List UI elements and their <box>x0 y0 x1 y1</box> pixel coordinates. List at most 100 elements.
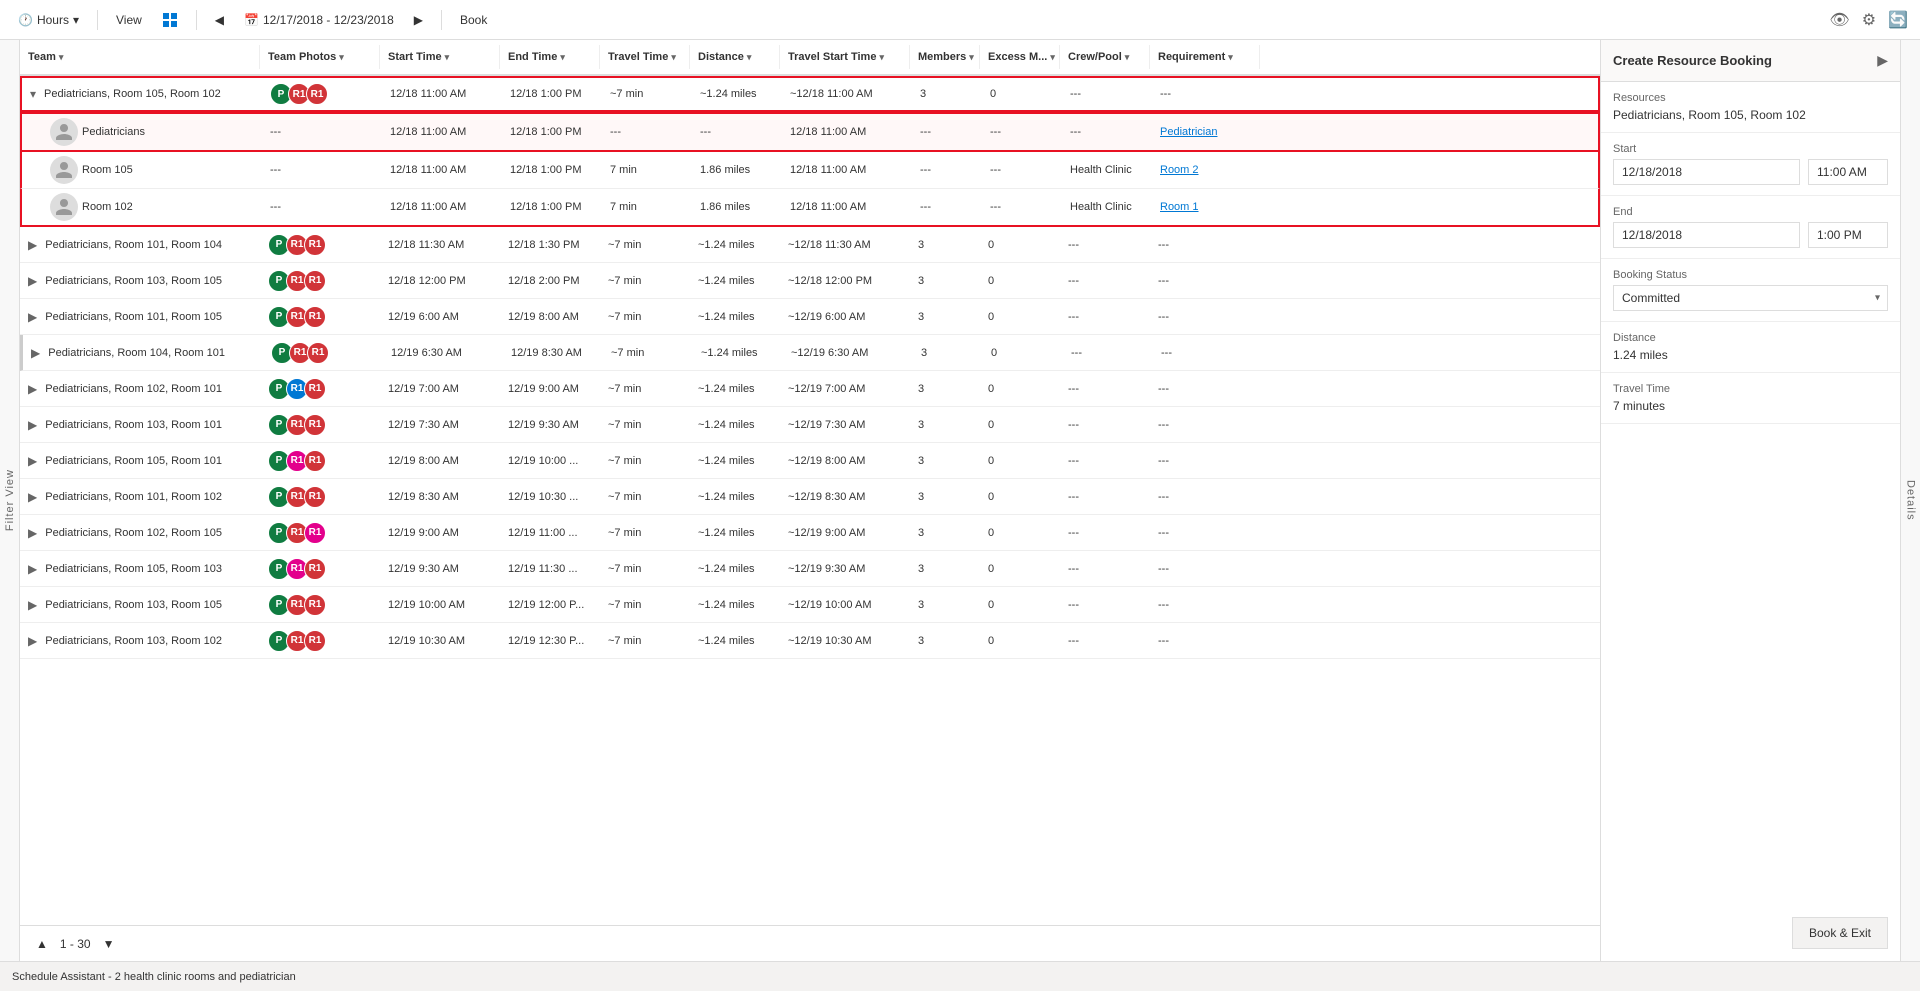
right-panel: Create Resource Booking ▶ Resources Pedi… <box>1600 40 1900 961</box>
row-team-label: Pediatricians, Room 103, Room 101 <box>45 419 222 431</box>
col-header-members[interactable]: Members ▾ <box>910 45 980 69</box>
col-header-team[interactable]: Team ▾ <box>20 45 260 69</box>
avatar: R1 <box>304 306 326 328</box>
clock-icon: 🕐 <box>18 13 33 27</box>
table-row[interactable]: ▶ Pediatricians, Room 104, Room 101 P R1… <box>20 335 1600 371</box>
table-row[interactable]: ▶ Pediatricians, Room 102, Room 105 P R1… <box>20 515 1600 551</box>
row-team-cell: Pediatricians <box>22 114 262 150</box>
details-sidebar[interactable]: Details <box>1900 40 1920 961</box>
requirement-link[interactable]: Room 2 <box>1160 164 1199 176</box>
row-crew-cell: --- <box>1060 595 1150 615</box>
table-row[interactable]: Room 105 --- 12/18 11:00 AM 12/18 1:00 P… <box>20 152 1600 189</box>
view-selector[interactable]: View <box>110 9 148 31</box>
resources-label: Resources <box>1613 92 1888 104</box>
separator-2 <box>196 10 197 30</box>
expand-icon[interactable]: ▶ <box>28 310 37 324</box>
expand-icon[interactable]: ▶ <box>28 238 37 252</box>
page-down-icon[interactable]: ▼ <box>99 935 119 953</box>
expand-icon[interactable]: ▶ <box>28 382 37 396</box>
right-panel-expand-icon[interactable]: ▶ <box>1877 52 1888 69</box>
row-travel-cell: ~7 min <box>600 487 690 507</box>
table-row[interactable]: Pediatricians --- 12/18 11:00 AM 12/18 1… <box>20 112 1600 152</box>
row-crew-cell: Health Clinic <box>1062 197 1152 217</box>
expand-icon[interactable]: ▶ <box>28 526 37 540</box>
avatar: R1 <box>306 83 328 105</box>
col-header-travel-start[interactable]: Travel Start Time ▾ <box>780 45 910 69</box>
expand-icon[interactable]: ▶ <box>28 490 37 504</box>
expand-icon[interactable]: ▶ <box>28 454 37 468</box>
start-label: Start <box>1613 143 1888 155</box>
table-row[interactable]: ▶ Pediatricians, Room 105, Room 103 P R1… <box>20 551 1600 587</box>
table-row[interactable]: ▶ Pediatricians, Room 103, Room 105 P R1… <box>20 587 1600 623</box>
start-section: Start <box>1601 133 1900 196</box>
row-distance-cell: ~1.24 miles <box>690 415 780 435</box>
end-date-input[interactable] <box>1613 222 1800 248</box>
col-header-crew[interactable]: Crew/Pool ▾ <box>1060 45 1150 69</box>
table-row[interactable]: ▶ Pediatricians, Room 103, Room 105 P R1… <box>20 263 1600 299</box>
col-start-sort-icon: ▾ <box>445 52 450 63</box>
row-req-cell[interactable]: Room 1 <box>1152 197 1262 217</box>
expand-icon[interactable]: ▾ <box>30 87 36 101</box>
row-travel-cell: ~7 min <box>602 84 692 104</box>
table-row[interactable]: ▶ Pediatricians, Room 105, Room 101 P R1… <box>20 443 1600 479</box>
row-team-label: Pediatricians, Room 103, Room 105 <box>45 599 222 611</box>
requirement-link[interactable]: Pediatrician <box>1160 126 1217 138</box>
gear-icon[interactable]: ⚙ <box>1862 10 1876 30</box>
col-header-travel[interactable]: Travel Time ▾ <box>600 45 690 69</box>
row-distance-cell: 1.86 miles <box>692 197 782 217</box>
filter-sidebar[interactable]: Filter View <box>0 40 20 961</box>
expand-icon[interactable]: ▶ <box>31 346 40 360</box>
book-button[interactable]: Book <box>454 9 493 31</box>
table-row[interactable]: ▶ Pediatricians, Room 101, Room 104 P R1… <box>20 227 1600 263</box>
start-date-input[interactable] <box>1613 159 1800 185</box>
expand-icon[interactable]: ▶ <box>28 274 37 288</box>
row-excess-cell: 0 <box>980 595 1060 615</box>
refresh-icon[interactable]: 🔄 <box>1888 10 1908 30</box>
table-row[interactable]: ▶ Pediatricians, Room 101, Room 105 P R1… <box>20 299 1600 335</box>
col-header-start[interactable]: Start Time ▾ <box>380 45 500 69</box>
requirement-link[interactable]: Room 1 <box>1160 201 1199 213</box>
expand-icon[interactable]: ▶ <box>28 562 37 576</box>
next-date-button[interactable]: ▶ <box>408 9 429 31</box>
row-excess-cell: --- <box>982 122 1062 142</box>
col-header-end[interactable]: End Time ▾ <box>500 45 600 69</box>
col-header-photos[interactable]: Team Photos ▾ <box>260 45 380 69</box>
row-members-cell: 3 <box>910 631 980 651</box>
page-up-icon[interactable]: ▲ <box>32 935 52 953</box>
expand-icon[interactable]: ▶ <box>28 598 37 612</box>
col-header-requirement[interactable]: Requirement ▾ <box>1150 45 1260 69</box>
row-team-cell: ▶ Pediatricians, Room 103, Room 105 <box>20 594 260 616</box>
row-photos-cell: P R1 R1 <box>260 482 380 512</box>
hours-selector[interactable]: 🕐 Hours ▾ <box>12 9 85 31</box>
row-travel-cell: --- <box>602 122 692 142</box>
eye-icon[interactable]: 👁 <box>1829 10 1849 30</box>
table-row[interactable]: ▶ Pediatricians, Room 103, Room 101 P R1… <box>20 407 1600 443</box>
table-row[interactable]: ▶ Pediatricians, Room 103, Room 102 P R1… <box>20 623 1600 659</box>
row-photos-cell: --- <box>262 122 382 142</box>
date-picker[interactable]: 📅 12/17/2018 - 12/23/2018 <box>238 9 400 31</box>
table-row[interactable]: ▶ Pediatricians, Room 102, Room 101 P R1… <box>20 371 1600 407</box>
row-req-cell[interactable]: Room 2 <box>1152 160 1262 180</box>
book-exit-button[interactable]: Book & Exit <box>1792 917 1888 949</box>
col-header-distance[interactable]: Distance ▾ <box>690 45 780 69</box>
end-time-input[interactable] <box>1808 222 1888 248</box>
booking-status-select[interactable]: Committed Tentative Canceled Hard <box>1613 285 1888 311</box>
start-time-input[interactable] <box>1808 159 1888 185</box>
expand-icon[interactable]: ▶ <box>28 418 37 432</box>
prev-date-button[interactable]: ◀ <box>209 9 230 31</box>
col-header-excess[interactable]: Excess M... ▾ <box>980 45 1060 69</box>
row-team-label: Pediatricians, Room 105, Room 102 <box>44 88 221 100</box>
table-row[interactable]: ▾ Pediatricians, Room 105, Room 102 P R1… <box>20 76 1600 112</box>
row-req-cell[interactable]: Pediatrician <box>1152 122 1262 142</box>
row-req-cell: --- <box>1150 559 1260 579</box>
expand-icon[interactable]: ▶ <box>28 634 37 648</box>
row-members-cell: 3 <box>910 559 980 579</box>
row-start-cell: 12/19 9:30 AM <box>380 559 500 579</box>
table-row[interactable]: ▶ Pediatricians, Room 101, Room 102 P R1… <box>20 479 1600 515</box>
row-start-cell: 12/18 11:30 AM <box>380 235 500 255</box>
row-start-cell: 12/19 6:30 AM <box>383 343 503 363</box>
end-inputs <box>1613 222 1888 248</box>
table-row[interactable]: Room 102 --- 12/18 11:00 AM 12/18 1:00 P… <box>20 189 1600 227</box>
grid-view-button[interactable] <box>156 8 184 32</box>
row-members-cell: 3 <box>910 307 980 327</box>
